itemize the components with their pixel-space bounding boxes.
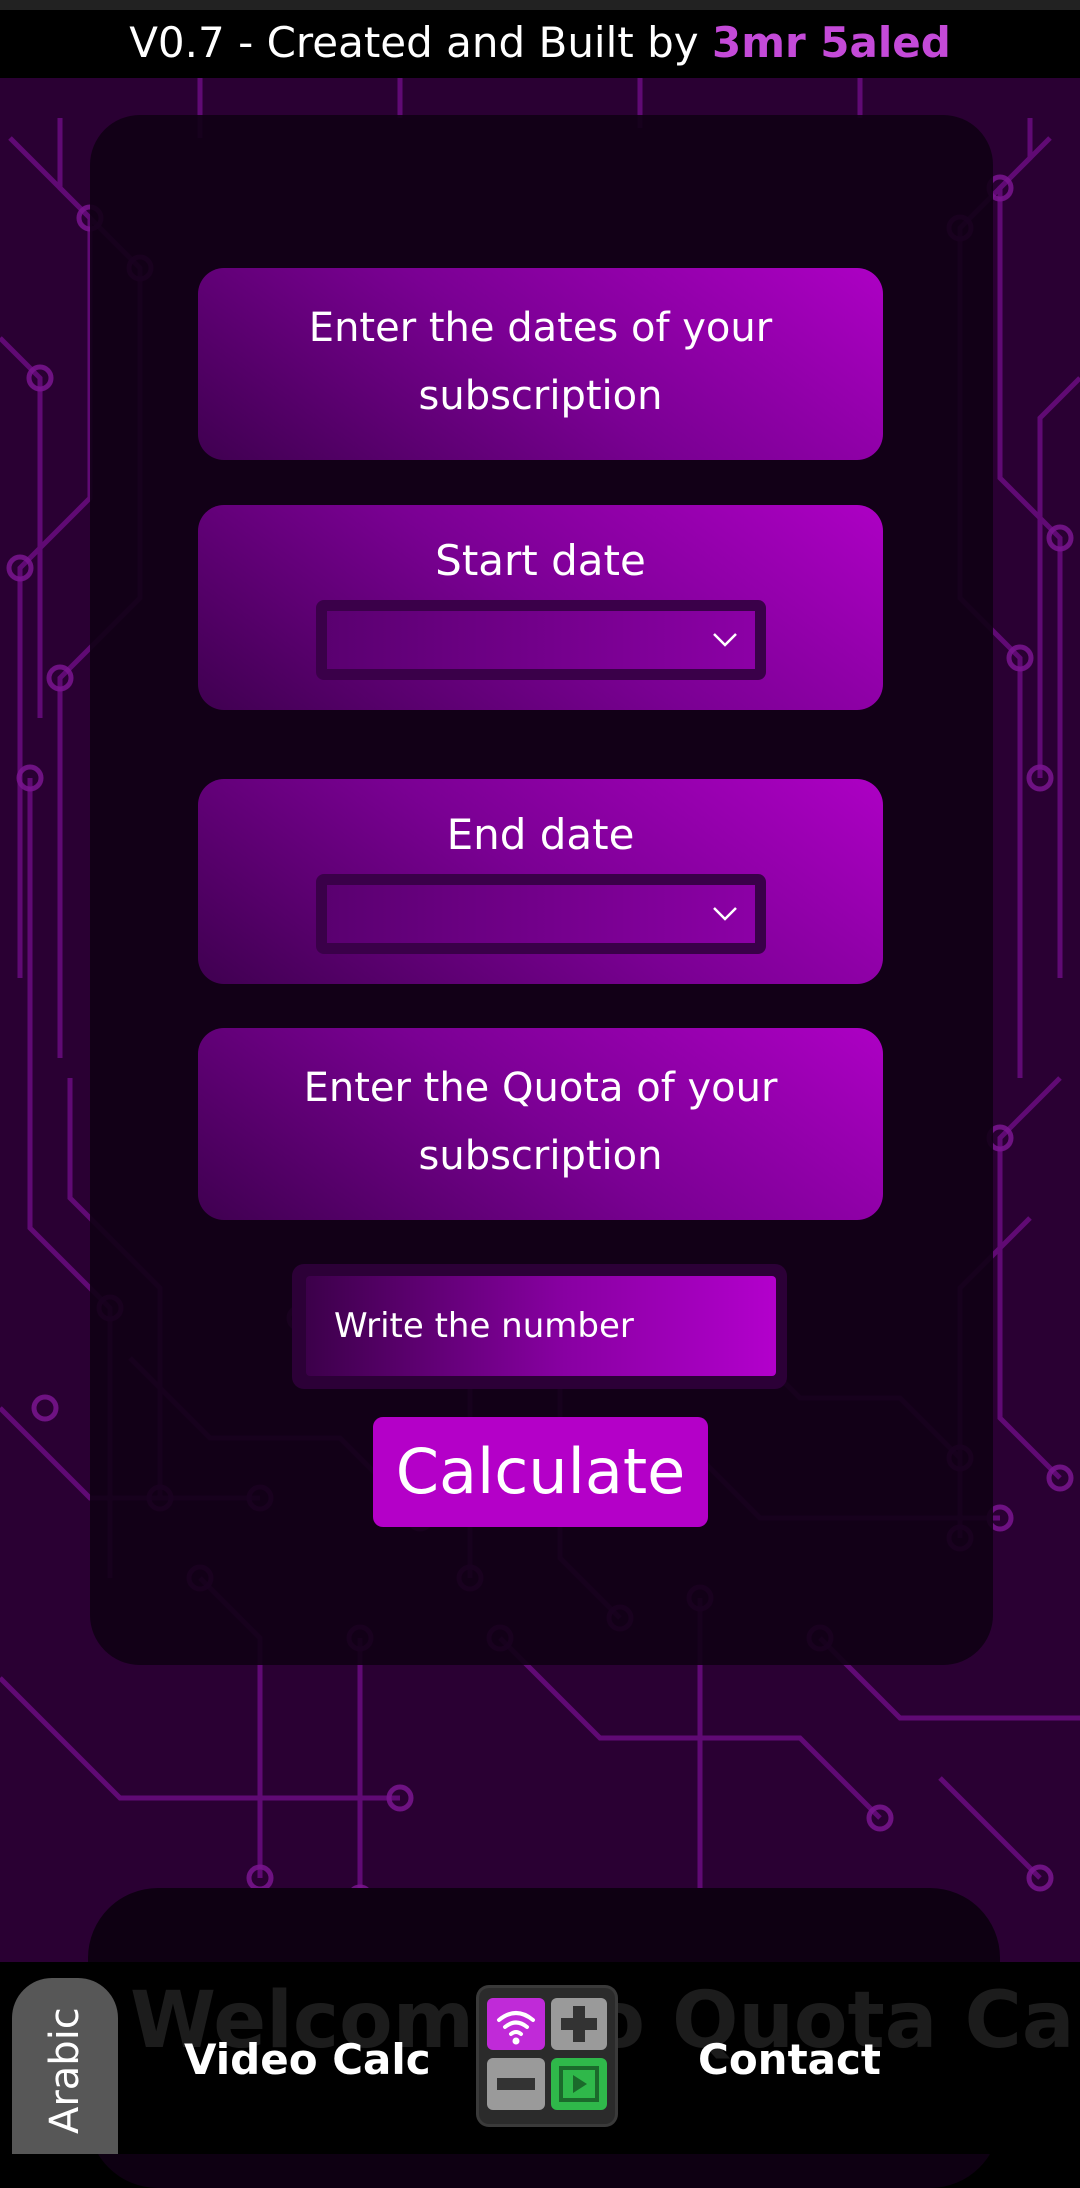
author-name: 3mr 5aled xyxy=(711,18,951,67)
video-calc-link[interactable]: Video Calc xyxy=(184,1962,431,2154)
quota-calc-app-icon[interactable] xyxy=(479,1988,615,2124)
quota-input-wrapper xyxy=(292,1264,787,1389)
version-header: V0.7 - Created and Built by 3mr 5aled xyxy=(0,0,1080,78)
chevron-down-icon xyxy=(713,633,737,647)
end-date-card: End date xyxy=(198,779,883,984)
quota-instruction-line2: subscription xyxy=(418,1133,663,1179)
contact-link[interactable]: Contact xyxy=(698,1962,881,2154)
calculate-button[interactable]: Calculate xyxy=(373,1417,708,1527)
quota-instruction-line1: Enter the Quota of your xyxy=(303,1065,778,1111)
bottom-navigation: Welcome to Quota Calc Arabic Video Calc … xyxy=(0,1962,1080,2154)
quota-calc-app-icon-graphic xyxy=(487,1998,607,2110)
dates-instruction-line2: subscription xyxy=(418,373,663,419)
end-date-label: End date xyxy=(446,810,635,859)
quota-number-input[interactable] xyxy=(306,1276,776,1376)
start-date-label: Start date xyxy=(435,536,646,585)
language-toggle-button[interactable]: Arabic xyxy=(12,1978,118,2154)
dates-instruction-card: Enter the dates of your subscription xyxy=(198,268,883,460)
dates-instruction-line1: Enter the dates of your xyxy=(308,305,773,351)
version-text: V0.7 - Created and Built by xyxy=(129,18,712,67)
end-date-select[interactable] xyxy=(316,874,766,954)
start-date-card: Start date xyxy=(198,505,883,710)
quota-instruction-card: Enter the Quota of your subscription xyxy=(198,1028,883,1220)
chevron-down-icon xyxy=(713,907,737,921)
start-date-select[interactable] xyxy=(316,600,766,680)
language-toggle-label: Arabic xyxy=(42,2007,88,2135)
